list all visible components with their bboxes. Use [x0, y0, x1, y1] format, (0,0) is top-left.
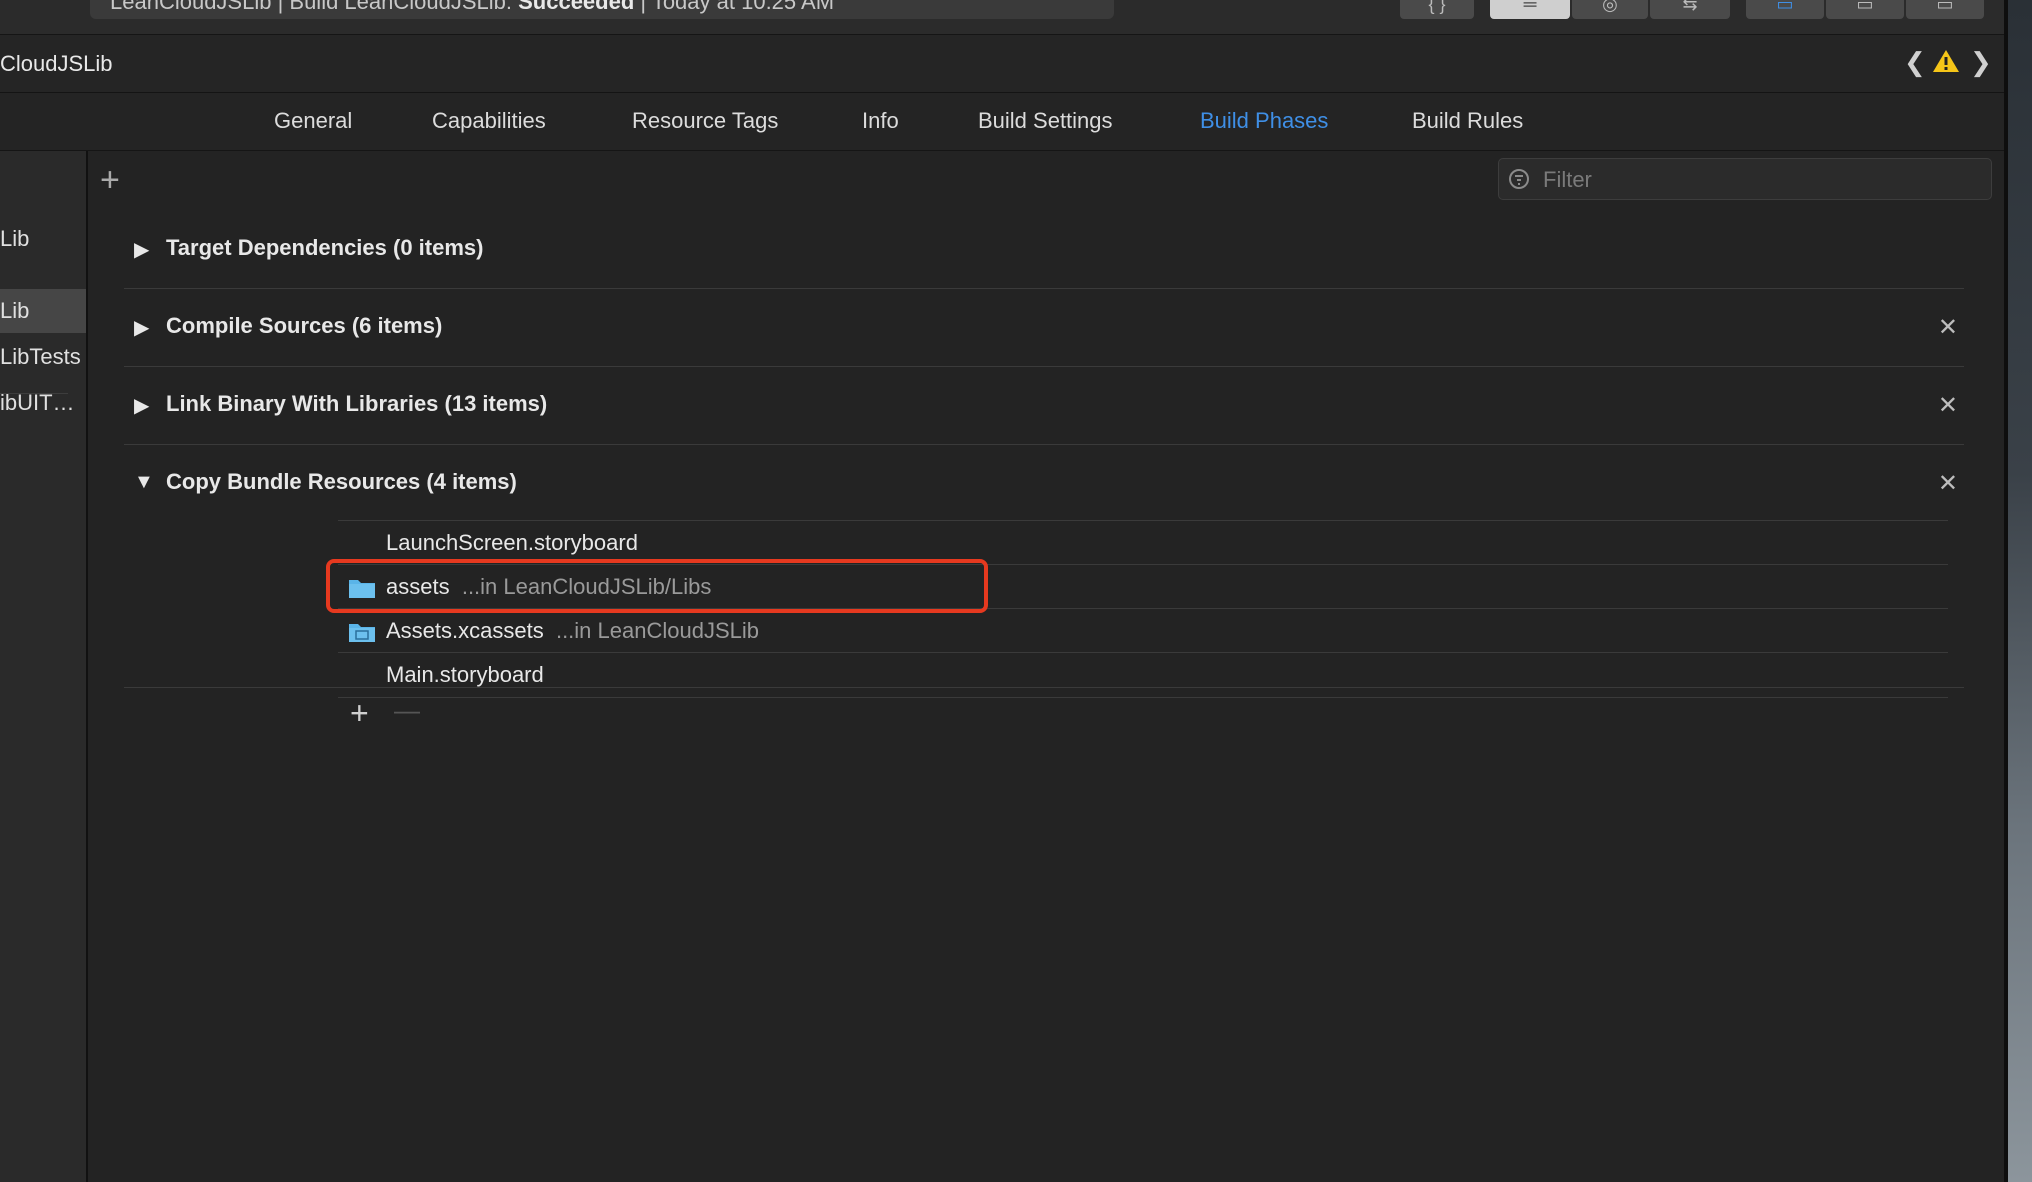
- chevron-right-icon[interactable]: ❯: [1970, 47, 1992, 78]
- warning-icon[interactable]: [1932, 49, 1960, 73]
- warning-count: 14: [1072, 0, 1096, 3]
- sidebar-item-target-app[interactable]: Lib: [0, 289, 86, 333]
- phase-link-binary[interactable]: ▶ Link Binary With Libraries (13 items) …: [124, 366, 1964, 445]
- tab-build-phases[interactable]: Build Phases: [1200, 108, 1328, 134]
- tab-build-settings[interactable]: Build Settings: [978, 108, 1113, 134]
- jump-bar: CloudJSLib ❮ ❯: [0, 35, 2004, 93]
- resource-label: Assets.xcassets ...in LeanCloudJSLib: [386, 618, 759, 644]
- resource-name: LaunchScreen.storyboard: [386, 530, 638, 555]
- phase-title: Target Dependencies (0 items): [166, 235, 484, 260]
- inspector-toggle-icon: ▭: [1936, 0, 1954, 14]
- resource-row[interactable]: Main.storyboard: [338, 652, 1948, 698]
- delete-phase-icon[interactable]: ✕: [1938, 391, 1958, 420]
- phase-target-dependencies[interactable]: ▶ Target Dependencies (0 items): [124, 210, 1964, 289]
- assistant-editor-icon: ◎: [1602, 0, 1618, 14]
- resource-row[interactable]: Assets.xcassets ...in LeanCloudJSLib: [338, 608, 1948, 653]
- sidebar-item-target-tests[interactable]: LibTests: [0, 335, 86, 379]
- status-prefix: LeanCloudJSLib | Build LeanCloudJSLib:: [110, 0, 519, 14]
- tab-resource-tags[interactable]: Resource Tags: [632, 108, 778, 134]
- editor-tab-bar: General Capabilities Resource Tags Info …: [0, 93, 2004, 151]
- version-editor-button[interactable]: ⇆: [1650, 0, 1730, 19]
- chevron-left-icon[interactable]: ❮: [1904, 47, 1926, 78]
- warning-icon: ▲: [1044, 0, 1066, 3]
- inspector-toggle-button[interactable]: ▭: [1906, 0, 1984, 19]
- library-button[interactable]: { }: [1400, 0, 1474, 19]
- add-resource-icon[interactable]: +: [350, 695, 369, 732]
- build-phases-editor: + ▶ Target Dependencies (0 items) ▶ Comp…: [88, 151, 2004, 1182]
- debug-area-icon: ▭: [1856, 0, 1874, 14]
- phase-title: Compile Sources (6 items): [166, 313, 443, 338]
- assistant-editor-button[interactable]: ◎: [1572, 0, 1648, 19]
- filter-input[interactable]: [1541, 164, 1975, 196]
- navigator-toggle-button[interactable]: ▭: [1746, 0, 1824, 19]
- disclosure-triangle-right-icon[interactable]: ▶: [134, 237, 149, 262]
- sidebar-item-target-uitests[interactable]: ibUIT…: [0, 381, 86, 425]
- tab-capabilities[interactable]: Capabilities: [432, 108, 546, 134]
- standard-editor-button[interactable]: ═: [1490, 0, 1570, 19]
- status-result: Succeeded: [518, 0, 635, 14]
- resource-name: Assets.xcassets: [386, 618, 544, 643]
- delete-phase-icon[interactable]: ✕: [1938, 313, 1958, 342]
- phase-title: Link Binary With Libraries (13 items): [166, 391, 548, 416]
- phase-title: Copy Bundle Resources (4 items): [166, 469, 517, 494]
- remove-resource-icon[interactable]: —: [394, 695, 420, 726]
- disclosure-triangle-right-icon[interactable]: ▶: [134, 393, 149, 418]
- tab-info[interactable]: Info: [862, 108, 899, 134]
- navigator-toggle-icon: ▭: [1776, 0, 1794, 14]
- asset-catalog-icon: [349, 624, 375, 642]
- library-icon: { }: [1428, 0, 1446, 14]
- delete-phase-icon[interactable]: ✕: [1938, 469, 1958, 498]
- phase-compile-sources[interactable]: ▶ Compile Sources (6 items) ✕: [124, 288, 1964, 367]
- toolbar: LeanCloudJSLib | Build LeanCloudJSLib: S…: [0, 0, 2004, 35]
- activity-status-bar[interactable]: LeanCloudJSLib | Build LeanCloudJSLib: S…: [90, 0, 1114, 19]
- debug-area-toggle-button[interactable]: ▭: [1826, 0, 1904, 19]
- add-build-phase-icon[interactable]: +: [100, 161, 120, 200]
- targets-sidebar: Lib Lib LibTests ibUIT…: [0, 151, 88, 1182]
- filter-field[interactable]: [1498, 158, 1992, 200]
- resource-name: Main.storyboard: [386, 662, 544, 687]
- version-editor-icon: ⇆: [1682, 0, 1698, 14]
- tab-build-rules[interactable]: Build Rules: [1412, 108, 1523, 134]
- standard-editor-icon: ═: [1523, 0, 1537, 14]
- disclosure-triangle-down-icon[interactable]: ▼: [134, 471, 154, 494]
- sidebar-item-project[interactable]: Lib: [0, 217, 86, 261]
- disclosure-triangle-right-icon[interactable]: ▶: [134, 315, 149, 340]
- desktop-wallpaper: [2004, 0, 2032, 1182]
- resource-path: ...in LeanCloudJSLib: [555, 618, 759, 643]
- status-time: | Today at 10:25 AM: [634, 0, 835, 14]
- breadcrumb-project[interactable]: CloudJSLib: [0, 51, 113, 77]
- filter-icon: [1509, 169, 1529, 189]
- tab-general[interactable]: General: [274, 108, 352, 134]
- highlight-annotation-box: [326, 559, 988, 613]
